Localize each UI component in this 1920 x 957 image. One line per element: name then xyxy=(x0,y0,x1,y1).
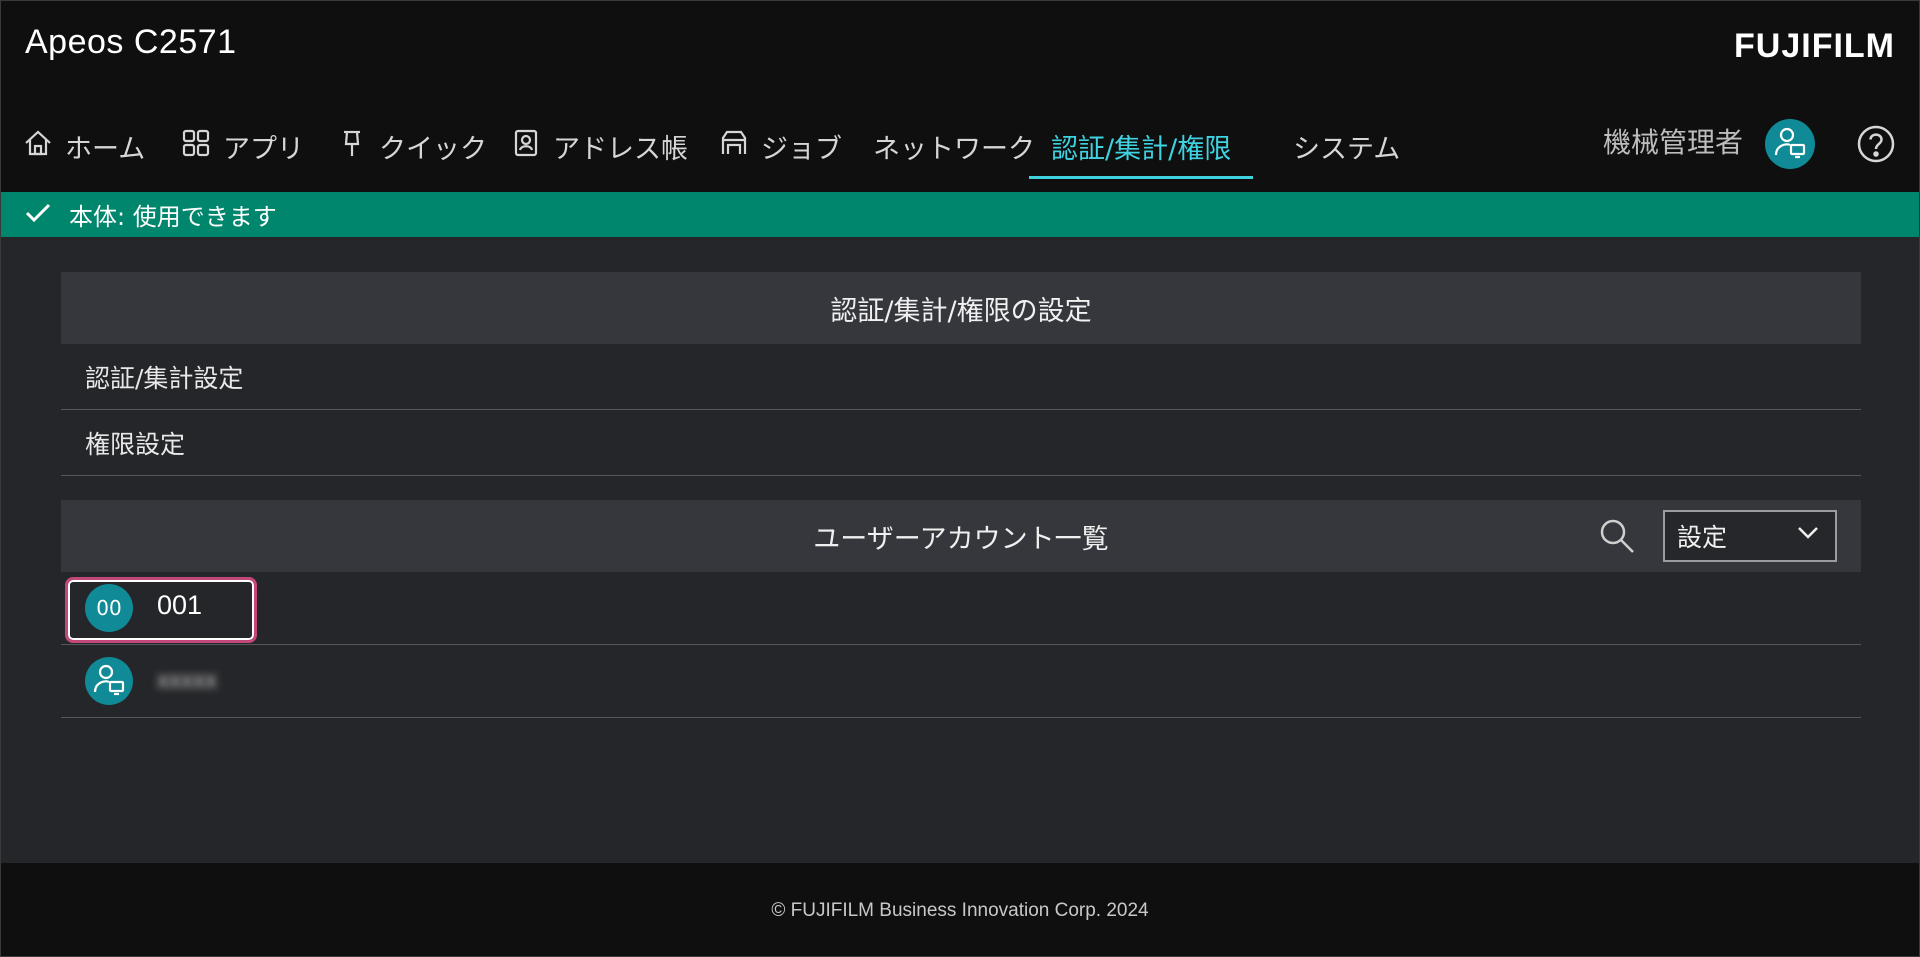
menu-item-label: 認証/集計設定 xyxy=(85,363,244,393)
nav-item-home[interactable]: ホーム xyxy=(23,111,145,181)
nav-label: クイック xyxy=(379,133,487,165)
nav-item-apps[interactable]: アプリ xyxy=(181,111,304,181)
section-title: 認証/集計/権限の設定 xyxy=(830,295,1092,327)
menu-item-permission-settings[interactable]: 権限設定 xyxy=(61,410,1861,476)
dropdown-value: 設定 xyxy=(1677,523,1728,552)
check-icon xyxy=(23,198,53,232)
footer: © FUJIFILM Business Innovation Corp. 202… xyxy=(1,863,1919,956)
nav-item-quick[interactable]: クイック xyxy=(337,111,487,181)
nav-label: システム xyxy=(1293,133,1401,165)
nav-label: ホーム xyxy=(65,133,146,165)
nav-item-auth[interactable]: 認証/集計/権限 xyxy=(1028,111,1254,181)
nav-label: アドレス帳 xyxy=(553,133,688,165)
user-accounts-header: ユーザーアカウント一覧 設定 xyxy=(61,500,1861,572)
header: Apeos C2571 FUJIFILM ホーム アプリ クイック アドレス帳 … xyxy=(1,1,1919,192)
main-content: 認証/集計/権限の設定 認証/集計設定 権限設定 ユーザーアカウント一覧 設定 xyxy=(61,272,1861,718)
app-window: Apeos C2571 FUJIFILM ホーム アプリ クイック アドレス帳 … xyxy=(0,0,1920,957)
admin-avatar-button[interactable] xyxy=(1765,119,1815,169)
status-text: 本体: 使用できます xyxy=(69,203,277,231)
user-list-item[interactable]: xxxxx xyxy=(61,645,1861,718)
menu-item-label: 権限設定 xyxy=(85,429,186,459)
user-monitor-icon xyxy=(1773,125,1807,163)
help-button[interactable] xyxy=(1855,123,1897,165)
user-name: 001 xyxy=(157,590,203,620)
section-title: ユーザーアカウント一覧 xyxy=(813,523,1109,555)
user-avatar: 00 xyxy=(85,584,133,632)
nav-label: アプリ xyxy=(223,133,304,165)
nav-label: 認証/集計/権限 xyxy=(1051,133,1232,165)
nav-item-job[interactable]: ジョブ xyxy=(719,111,842,181)
address-book-icon xyxy=(511,128,541,165)
main-nav: ホーム アプリ クイック アドレス帳 ジョブ ネットワーク 認証/集計/権限 シ… xyxy=(1,111,1461,181)
home-icon xyxy=(23,128,53,165)
help-icon xyxy=(1855,125,1897,169)
apps-icon xyxy=(181,128,211,165)
user-avatar xyxy=(85,657,133,705)
user-list-item[interactable]: 00 001 xyxy=(61,572,1861,645)
search-button[interactable] xyxy=(1597,516,1637,556)
copyright: © FUJIFILM Business Innovation Corp. 202… xyxy=(771,899,1149,921)
user-monitor-icon xyxy=(92,662,126,701)
chevron-down-icon xyxy=(1795,520,1821,552)
nav-label: ジョブ xyxy=(761,133,842,165)
nav-item-network[interactable]: ネットワーク xyxy=(873,111,1035,181)
pin-icon xyxy=(337,128,367,165)
search-icon xyxy=(1597,519,1637,560)
auth-settings-header: 認証/集計/権限の設定 xyxy=(61,272,1861,344)
admin-label: 機械管理者 xyxy=(1602,126,1743,159)
menu-item-auth-accounting-settings[interactable]: 認証/集計設定 xyxy=(61,344,1861,410)
fujifilm-logo: FUJIFILM xyxy=(1734,27,1895,65)
nav-label: ネットワーク xyxy=(873,133,1035,165)
nav-item-address-book[interactable]: アドレス帳 xyxy=(511,111,688,181)
job-icon xyxy=(719,128,749,165)
settings-dropdown[interactable]: 設定 xyxy=(1663,510,1837,562)
nav-item-system[interactable]: システム xyxy=(1293,111,1400,181)
user-name: xxxxx xyxy=(157,667,217,694)
device-title: Apeos C2571 xyxy=(25,23,237,61)
status-bar: 本体: 使用できます xyxy=(1,192,1919,237)
